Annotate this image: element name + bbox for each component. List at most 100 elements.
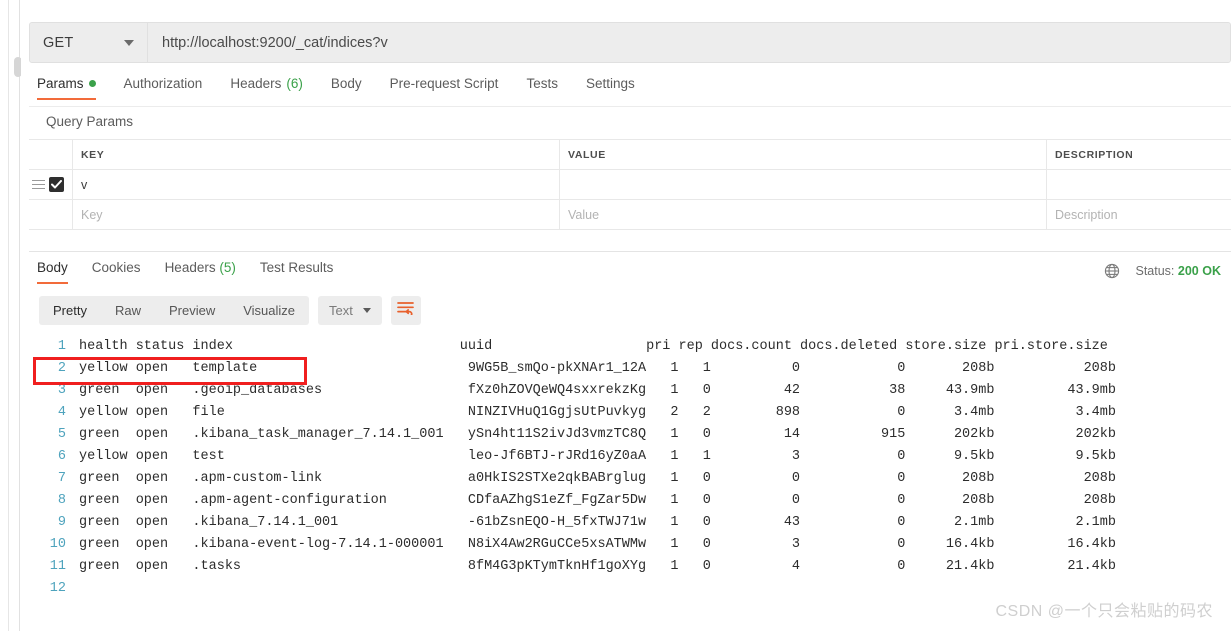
status-group: Status: 200 OK: [1136, 264, 1222, 278]
response-body-code[interactable]: 1 health status index uuid pri rep docs.…: [29, 336, 1231, 601]
params-modified-dot-icon: [88, 80, 96, 87]
view-mode-preview[interactable]: Preview: [155, 296, 229, 325]
response-format-select[interactable]: Text: [318, 296, 382, 325]
response-tab-test-results[interactable]: Test Results: [248, 260, 346, 284]
line-text: green open .tasks 8fM4G3pKTymTknHf1goXYg…: [79, 559, 1116, 574]
tab-settings[interactable]: Settings: [572, 76, 649, 100]
header-cell-description: DESCRIPTION: [1055, 148, 1134, 161]
tab-body-label: Body: [330, 76, 362, 91]
line-number: 2: [57, 361, 66, 376]
code-line: 9 green open .kibana_7.14.1_001 -61bZsnE…: [29, 512, 1231, 534]
param-key-input[interactable]: v: [73, 170, 560, 199]
request-tabs: Params Authorization Headers (6) Body Pr…: [29, 76, 1231, 107]
new-param-key-input[interactable]: Key: [73, 200, 560, 229]
line-number: 6: [57, 449, 66, 464]
line-text: green open .kibana-event-log-7.14.1-0000…: [79, 537, 1116, 552]
header-cell-checkbox: [29, 140, 73, 169]
tab-params-label: Params: [37, 76, 84, 91]
code-line: 2 yellow open template 9WG5B_smQo-pkXNAr…: [29, 358, 1231, 380]
wrap-text-button[interactable]: [390, 296, 421, 325]
line-number: 7: [57, 471, 66, 486]
line-number: 4: [57, 405, 66, 420]
tab-authorization[interactable]: Authorization: [110, 76, 217, 100]
line-number: 12: [49, 581, 66, 596]
row-enabled-checkbox[interactable]: [49, 177, 64, 192]
param-description-input[interactable]: [1047, 170, 1231, 199]
line-number: 11: [49, 559, 66, 574]
new-param-value-input[interactable]: Value: [560, 200, 1047, 229]
line-number: 10: [49, 537, 66, 552]
response-format-label: Text: [329, 303, 353, 318]
view-mode-raw[interactable]: Raw: [101, 296, 155, 325]
line-text: green open .geoip_databases fXz0hZOVQeWQ…: [79, 383, 1116, 398]
status-badge: 200 OK: [1177, 264, 1221, 278]
response-tab-test-results-label: Test Results: [259, 260, 334, 275]
tab-tests[interactable]: Tests: [512, 76, 572, 100]
row-controls: [29, 170, 73, 199]
watermark: CSDN @一个只会粘贴的码农: [995, 603, 1213, 620]
response-tab-cookies-label: Cookies: [91, 260, 141, 275]
tab-pre-request-script-label: Pre-request Script: [389, 76, 499, 91]
url-input[interactable]: http://localhost:9200/_cat/indices?v: [148, 23, 1230, 62]
tab-headers[interactable]: Headers (6): [216, 76, 317, 100]
status-label: Status:: [1135, 264, 1175, 278]
line-text: green open .kibana_task_manager_7.14.1_0…: [79, 427, 1116, 442]
line-text: green open .apm-custom-link a0HkIS2STXe2…: [79, 471, 1116, 486]
table-row: v: [29, 170, 1231, 200]
tab-pre-request-script[interactable]: Pre-request Script: [376, 76, 513, 100]
line-number: 3: [57, 383, 66, 398]
tab-authorization-label: Authorization: [123, 76, 203, 91]
code-line: 6 yellow open test leo-Jf6BTJ-rJRd16yZ0a…: [29, 446, 1231, 468]
response-tab-body[interactable]: Body: [29, 260, 80, 284]
line-text: yellow open test leo-Jf6BTJ-rJRd16yZ0aA …: [79, 449, 1116, 464]
response-view-toolbar: Pretty Raw Preview Visualize Text: [39, 296, 421, 325]
request-url-bar: GET http://localhost:9200/_cat/indices?v: [29, 22, 1231, 63]
view-mode-visualize[interactable]: Visualize: [229, 296, 309, 325]
response-status-bar: Status: 200 OK: [1104, 263, 1222, 279]
line-text: yellow open file NINZIVHuQ1GgjsUtPuvkyg …: [79, 405, 1116, 420]
param-value-input[interactable]: [560, 170, 1047, 199]
response-tab-cookies[interactable]: Cookies: [80, 260, 153, 284]
tab-tests-label: Tests: [526, 76, 558, 91]
code-line: 7 green open .apm-custom-link a0HkIS2STX…: [29, 468, 1231, 490]
wrap-text-icon: [397, 301, 415, 320]
response-tab-headers-count: (5): [219, 260, 236, 275]
line-number: 9: [57, 515, 66, 530]
code-line: 4 yellow open file NINZIVHuQ1GgjsUtPuvky…: [29, 402, 1231, 424]
code-line: 5 green open .kibana_task_manager_7.14.1…: [29, 424, 1231, 446]
placeholder-row-controls: [29, 200, 73, 229]
line-text: green open .kibana_7.14.1_001 -61bZsnEQO…: [79, 515, 1116, 530]
code-line: 1 health status index uuid pri rep docs.…: [29, 336, 1231, 358]
chevron-down-icon: [362, 308, 371, 313]
postman-window: GET http://localhost:9200/_cat/indices?v…: [0, 0, 1231, 631]
new-param-description-input[interactable]: Description: [1047, 200, 1231, 229]
main-panel: GET http://localhost:9200/_cat/indices?v…: [21, 0, 1231, 631]
header-cell-key: KEY: [73, 140, 560, 169]
line-text: health status index uuid pri rep docs.co…: [79, 339, 1108, 354]
left-sidebar-strip: [0, 0, 9, 631]
globe-icon[interactable]: [1104, 263, 1120, 279]
line-number: 1: [57, 339, 66, 354]
table-header-row: KEY VALUE DESCRIPTION: [29, 140, 1231, 170]
code-line: 10 green open .kibana-event-log-7.14.1-0…: [29, 534, 1231, 556]
code-line: 11 green open .tasks 8fM4G3pKTymTknHf1go…: [29, 556, 1231, 578]
response-tab-body-label: Body: [37, 260, 68, 275]
line-text: green open .apm-agent-configuration CDfa…: [79, 493, 1116, 508]
sidebar-resize-gutter[interactable]: [9, 0, 22, 631]
request-tabs-divider: [29, 106, 1231, 107]
line-number: 8: [57, 493, 66, 508]
chevron-down-icon: [124, 39, 134, 46]
view-mode-pretty[interactable]: Pretty: [39, 296, 101, 325]
query-params-label: Query Params: [46, 114, 134, 129]
http-method-select[interactable]: GET: [30, 23, 148, 62]
response-tab-headers-label: Headers: [164, 260, 216, 275]
tab-headers-count: (6): [286, 76, 303, 91]
table-row-placeholder: Key Value Description: [29, 200, 1231, 230]
tab-body[interactable]: Body: [317, 76, 376, 100]
drag-handle-icon[interactable]: [32, 179, 45, 190]
request-response-divider[interactable]: [29, 251, 1231, 252]
tab-headers-label: Headers: [230, 76, 282, 91]
code-line: 3 green open .geoip_databases fXz0hZOVQe…: [29, 380, 1231, 402]
tab-params[interactable]: Params: [29, 76, 110, 100]
response-tab-headers[interactable]: Headers (5): [153, 260, 248, 284]
